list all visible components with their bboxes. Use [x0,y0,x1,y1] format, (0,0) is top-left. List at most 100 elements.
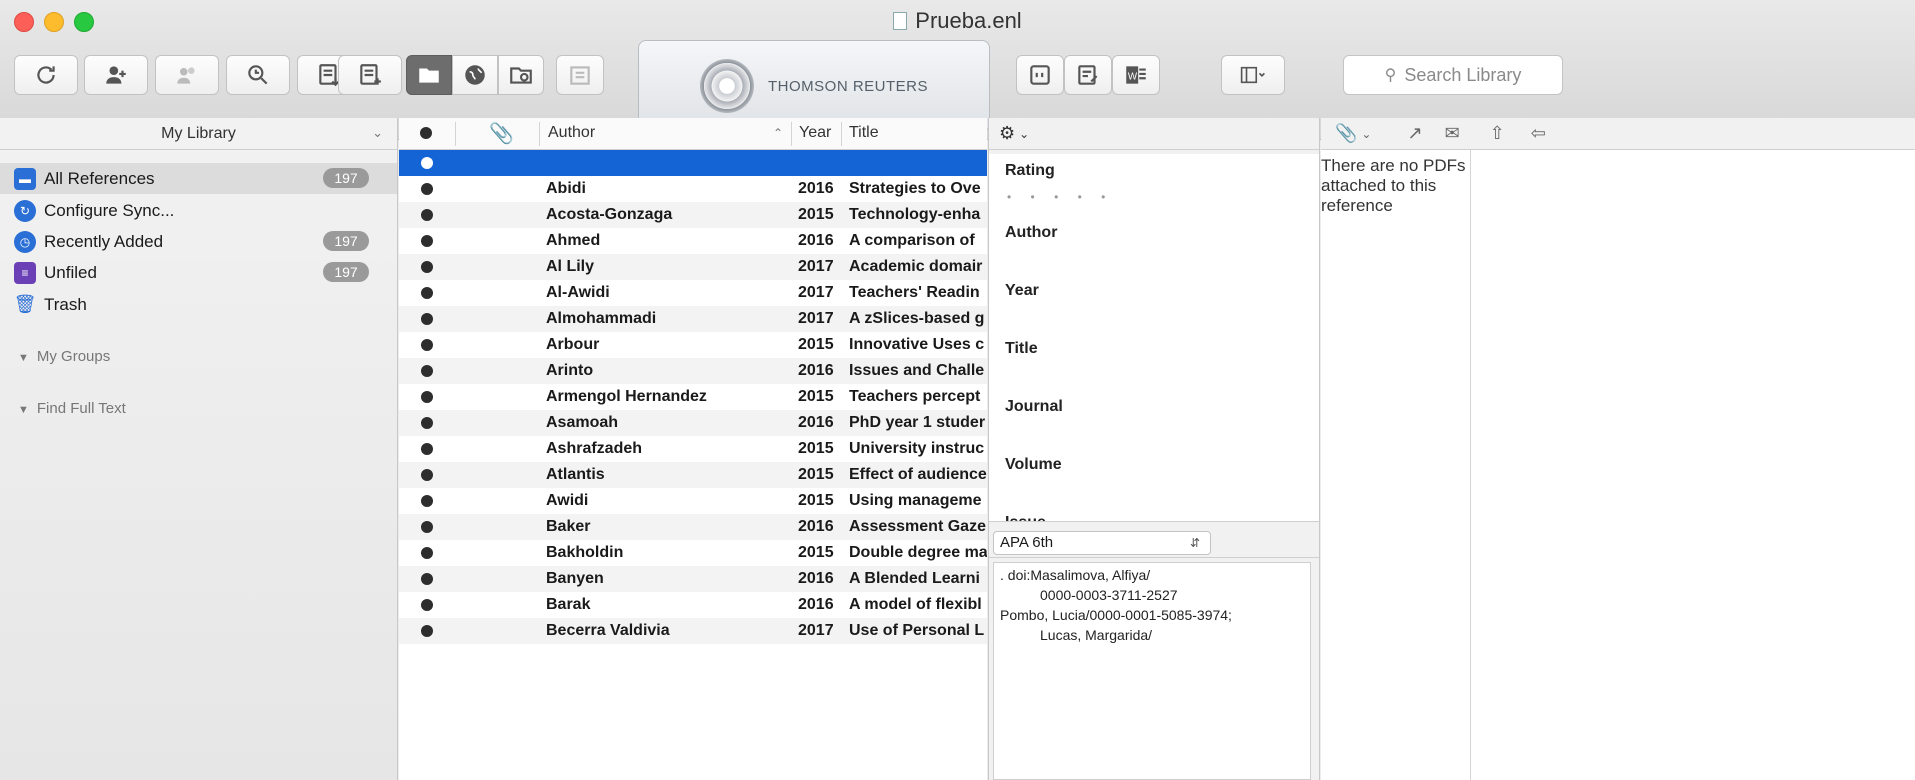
table-row[interactable]: Ashrafzadeh 2015 University instruc [399,436,987,462]
sync-button[interactable] [14,55,78,95]
chevron-down-icon[interactable]: ⌄ [1361,127,1371,141]
new-reference-button[interactable] [338,55,402,95]
all-references-icon: ▬ [14,167,36,190]
groups-button[interactable] [556,55,604,95]
table-row[interactable]: Al-Awidi 2017 Teachers' Readin [399,280,987,306]
field-label-author[interactable]: Author [1005,224,1057,242]
layout-button[interactable] [1221,55,1285,95]
table-row[interactable]: Bakholdin 2015 Double degree ma [399,540,987,566]
chevron-down-icon[interactable]: ⌄ [1019,127,1029,141]
unread-status-icon [421,183,433,195]
group-header-my-groups[interactable]: ▼ My Groups [18,348,110,365]
search-icon: ⚲ [1384,67,1397,84]
sidebar-item-trash[interactable]: 🗑 Trash [0,289,397,320]
attachment-icon[interactable]: 📎 [1335,123,1357,144]
field-label-issue[interactable]: Issue [1005,514,1046,521]
thomson-reuters-logo-icon [699,59,754,113]
library-selector[interactable]: My Library ⌄ [0,118,397,150]
online-search-icon [465,65,485,85]
pdf-toolbar: 📎 ⌄ ↗ ✉ ⇧ ⇦ [1321,118,1915,150]
field-label-title[interactable]: Title [1005,340,1038,358]
sync-icon: ↻ [14,199,36,222]
rating-stars[interactable]: • • • • • [1007,190,1113,204]
count-badge: 197 [323,231,369,251]
table-row[interactable]: Atlantis 2015 Effect of audience [399,462,987,488]
pdf-panel: 📎 ⌄ ↗ ✉ ⇧ ⇦ There are no PDFs attached t… [1321,118,1915,780]
document-icon [893,12,908,30]
open-external-icon[interactable]: ↗ [1407,123,1422,144]
local-library-mode-button[interactable] [406,55,452,95]
reference-list: 📎 Author ⌃ Year Title Abidi 2016 Strategie… [399,118,987,780]
reference-list-header: 📎 Author ⌃ Year Title [399,118,987,150]
insert-citation-button[interactable] [1016,55,1064,95]
table-row[interactable]: Armengol Hernandez 2015 Teachers percept [399,384,987,410]
email-icon[interactable]: ✉ [1445,123,1460,144]
gear-icon[interactable]: ⚙ [999,123,1015,144]
table-row[interactable]: Becerra Valdivia 2017 Use of Personal L [399,618,987,644]
unread-status-icon [421,417,433,429]
table-row[interactable]: Baker 2016 Assessment Gaze [399,514,987,540]
library-selector-label: My Library [161,124,236,142]
sidebar-item-label: Unfiled [44,262,97,282]
table-row[interactable]: Almohammadi 2017 A zSlices-based g [399,306,987,332]
reference-details-panel: ⚙ ⌄ Rating • • • • • Author Year Title J… [988,118,1320,780]
sidebar-item-unfiled[interactable]: ≡ Unfiled 197 [0,257,397,288]
output-style-select[interactable]: APA 6th ⇵ [993,531,1211,555]
preview-line: 0000-0003-3711-2527 [1040,587,1178,603]
table-row[interactable]: Ahmed 2016 A comparison of [399,228,987,254]
table-row[interactable]: Al Lily 2017 Academic domair [399,254,987,280]
output-style-bar: APA 6th ⇵ [989,528,1319,558]
find-people-icon [106,66,126,84]
sort-ascending-icon: ⌃ [773,126,784,140]
insert-citation-icon [1030,65,1050,85]
updown-chevron-icon: ⇵ [1189,536,1200,550]
format-bibliography-icon [1078,65,1098,85]
unread-status-icon [421,209,433,221]
sidebar-item-label: Configure Sync... [44,200,175,220]
table-row[interactable]: Arbour 2015 Innovative Uses c [399,332,987,358]
format-bibliography-button[interactable] [1064,55,1112,95]
read-status-column-icon[interactable] [420,127,432,139]
word-button[interactable]: W [1112,55,1160,95]
table-row[interactable]: Barak 2016 A model of flexibl [399,592,987,618]
integrated-library-icon [510,67,532,84]
table-row[interactable]: Banyen 2016 A Blended Learni [399,566,987,592]
table-row[interactable] [399,150,987,176]
count-badge: 197 [323,262,369,282]
export-icon[interactable]: ⇧ [1490,123,1505,144]
table-row[interactable]: Awidi 2015 Using manageme [399,488,987,514]
table-row[interactable]: Acosta-Gonzaga 2015 Technology-enha [399,202,987,228]
preview-line: . doi:Masalimova, Alfiya/ [1000,567,1151,583]
author-column-header[interactable]: Author [548,124,595,142]
brand-name: THOMSON REUTERS [767,77,928,95]
group-header-find-full-text[interactable]: ▼ Find Full Text [18,400,126,417]
unread-status-icon [421,625,433,637]
sidebar-item-configure-sync[interactable]: ↻ Configure Sync... [0,195,397,226]
unread-status-icon [421,365,433,377]
preview-line: Pombo, Lucia/0000-0001-5085-3974; [1000,607,1232,623]
sidebar-item-recently-added[interactable]: ◷ Recently Added 197 [0,226,397,257]
integrated-library-mode-button[interactable] [498,55,544,95]
citation-preview: . doi:Masalimova, Alfiya/ 0000-0003-3711… [993,562,1311,780]
local-library-icon [419,68,439,83]
sharing-button[interactable] [155,55,219,95]
attachment-column-icon[interactable]: 📎 [489,121,514,146]
title-column-header[interactable]: Title [849,124,879,142]
field-label-journal[interactable]: Journal [1005,398,1063,416]
field-label-year[interactable]: Year [1005,282,1039,300]
online-search-mode-button[interactable] [452,55,498,95]
table-row[interactable]: Arinto 2016 Issues and Challe [399,358,987,384]
unread-status-icon [421,339,433,351]
import-attachment-icon[interactable]: ⇦ [1531,123,1546,144]
year-column-header[interactable]: Year [799,124,831,142]
table-row[interactable]: Asamoah 2016 PhD year 1 studer [399,410,987,436]
library-sidebar: My Library ⌄ ▬ All References 197 ↻ Conf… [0,118,398,780]
search-library-input[interactable]: ⚲ Search Library [1343,55,1563,95]
disclosure-triangle-icon: ▼ [18,404,29,416]
find-people-button[interactable] [84,55,148,95]
sharing-icon [177,67,195,84]
sidebar-item-all-references[interactable]: ▬ All References 197 [0,163,397,194]
field-label-volume[interactable]: Volume [1005,456,1062,474]
find-fulltext-button[interactable] [226,55,290,95]
table-row[interactable]: Abidi 2016 Strategies to Ove [399,176,987,202]
